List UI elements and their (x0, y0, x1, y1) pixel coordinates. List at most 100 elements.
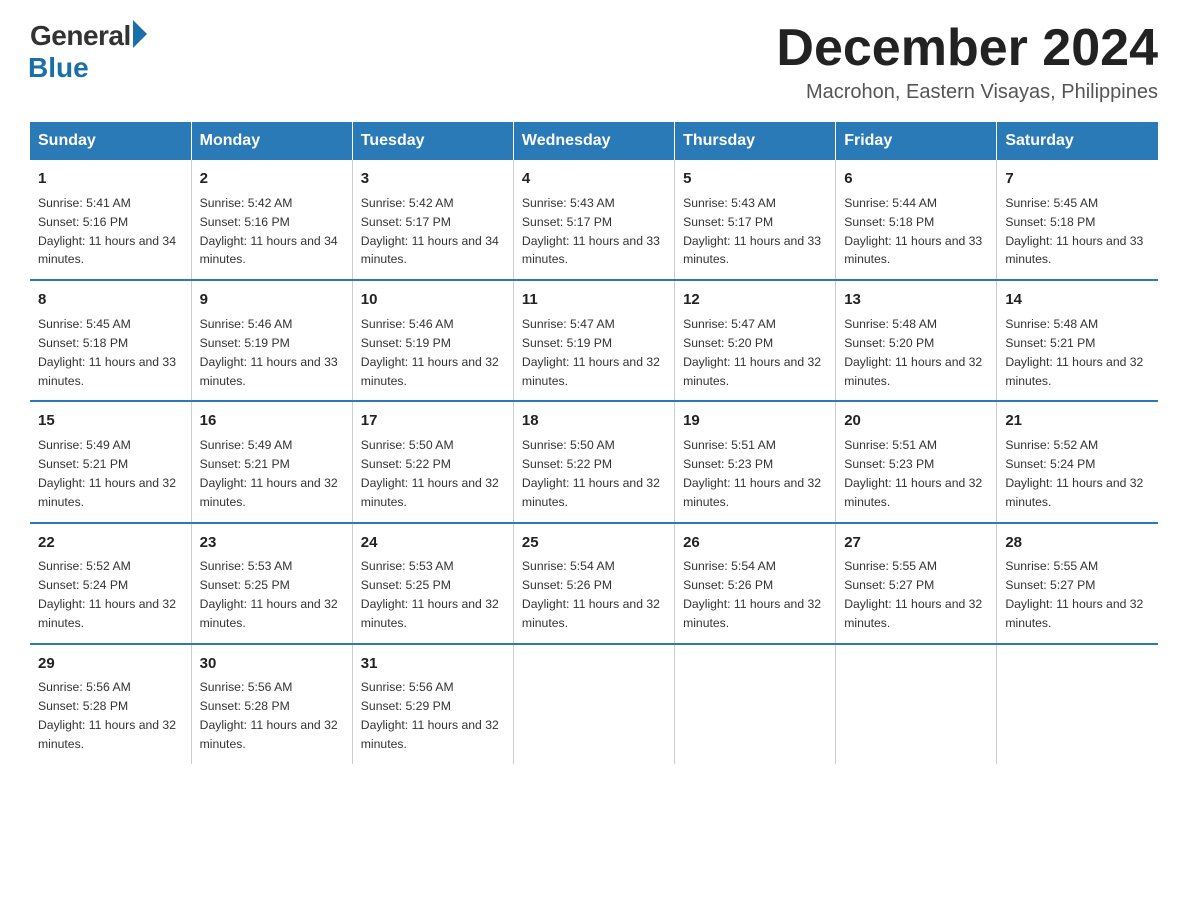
day-info: Sunrise: 5:48 AMSunset: 5:20 PMDaylight:… (844, 315, 988, 391)
day-cell: 23Sunrise: 5:53 AMSunset: 5:25 PMDayligh… (191, 523, 352, 644)
day-cell: 29Sunrise: 5:56 AMSunset: 5:28 PMDayligh… (30, 644, 191, 764)
weekday-header-row: SundayMondayTuesdayWednesdayThursdayFrid… (30, 122, 1158, 160)
day-number: 15 (38, 410, 183, 433)
day-cell: 28Sunrise: 5:55 AMSunset: 5:27 PMDayligh… (997, 523, 1158, 644)
day-info: Sunrise: 5:53 AMSunset: 5:25 PMDaylight:… (200, 557, 344, 633)
weekday-header-thursday: Thursday (675, 122, 836, 160)
weekday-header-wednesday: Wednesday (513, 122, 674, 160)
day-number: 8 (38, 289, 183, 312)
week-row-4: 22Sunrise: 5:52 AMSunset: 5:24 PMDayligh… (30, 523, 1158, 644)
day-cell: 20 Sunrise: 5:51 AMSunset: 5:23 PMDayligh… (836, 401, 997, 522)
day-cell: 9 Sunrise: 5:46 AMSunset: 5:19 PMDaylight… (191, 280, 352, 401)
week-row-2: 8 Sunrise: 5:45 AMSunset: 5:18 PMDaylight… (30, 280, 1158, 401)
day-number: 4 (522, 168, 666, 191)
day-cell: 5 Sunrise: 5:43 AMSunset: 5:17 PMDaylight… (675, 160, 836, 280)
day-cell: 6Sunrise: 5:44 AMSunset: 5:18 PMDaylight… (836, 160, 997, 280)
week-row-5: 29Sunrise: 5:56 AMSunset: 5:28 PMDayligh… (30, 644, 1158, 764)
day-number: 23 (200, 532, 344, 555)
day-cell (836, 644, 997, 764)
day-cell: 31Sunrise: 5:56 AMSunset: 5:29 PMDayligh… (352, 644, 513, 764)
day-cell: 2Sunrise: 5:42 AMSunset: 5:16 PMDaylight… (191, 160, 352, 280)
title-section: December 2024 Macrohon, Eastern Visayas,… (776, 20, 1158, 104)
logo-blue-text: Blue (28, 52, 89, 84)
day-info: Sunrise: 5:51 AMSunset: 5:23 PMDaylight:… (683, 436, 827, 512)
day-info: Sunrise: 5:49 AMSunset: 5:21 PMDaylight:… (38, 436, 183, 512)
day-info: Sunrise: 5:50 AMSunset: 5:22 PMDaylight:… (361, 436, 505, 512)
day-info: Sunrise: 5:46 AMSunset: 5:19 PMDaylight:… (361, 315, 505, 391)
day-cell: 3 Sunrise: 5:42 AMSunset: 5:17 PMDaylight… (352, 160, 513, 280)
day-number: 25 (522, 532, 666, 555)
day-info: Sunrise: 5:55 AMSunset: 5:27 PMDaylight:… (1005, 557, 1150, 633)
day-info: Sunrise: 5:56 AMSunset: 5:28 PMDaylight:… (38, 678, 183, 754)
day-cell: 27Sunrise: 5:55 AMSunset: 5:27 PMDayligh… (836, 523, 997, 644)
weekday-header-saturday: Saturday (997, 122, 1158, 160)
day-number: 10 (361, 289, 505, 312)
day-info: Sunrise: 5:56 AMSunset: 5:28 PMDaylight:… (200, 678, 344, 754)
page-header: General Blue December 2024 Macrohon, Eas… (30, 20, 1158, 104)
day-number: 17 (361, 410, 505, 433)
day-number: 29 (38, 653, 183, 676)
day-info: Sunrise: 5:41 AMSunset: 5:16 PMDaylight:… (38, 194, 183, 270)
day-info: Sunrise: 5:47 AMSunset: 5:20 PMDaylight:… (683, 315, 827, 391)
day-number: 12 (683, 289, 827, 312)
day-info: Sunrise: 5:45 AMSunset: 5:18 PMDaylight:… (38, 315, 183, 391)
day-info: Sunrise: 5:51 AMSunset: 5:23 PMDaylight:… (844, 436, 988, 512)
day-cell: 1 Sunrise: 5:41 AMSunset: 5:16 PMDaylight… (30, 160, 191, 280)
day-cell: 21 Sunrise: 5:52 AMSunset: 5:24 PMDayligh… (997, 401, 1158, 522)
weekday-header-monday: Monday (191, 122, 352, 160)
week-row-3: 15 Sunrise: 5:49 AMSunset: 5:21 PMDayligh… (30, 401, 1158, 522)
day-info: Sunrise: 5:52 AMSunset: 5:24 PMDaylight:… (1005, 436, 1150, 512)
day-info: Sunrise: 5:48 AMSunset: 5:21 PMDaylight:… (1005, 315, 1150, 391)
day-number: 1 (38, 168, 183, 191)
day-number: 24 (361, 532, 505, 555)
weekday-header-sunday: Sunday (30, 122, 191, 160)
day-info: Sunrise: 5:49 AMSunset: 5:21 PMDaylight:… (200, 436, 344, 512)
logo-arrow-icon (133, 20, 147, 48)
week-row-1: 1 Sunrise: 5:41 AMSunset: 5:16 PMDaylight… (30, 160, 1158, 280)
day-cell: 25Sunrise: 5:54 AMSunset: 5:26 PMDayligh… (513, 523, 674, 644)
day-number: 22 (38, 532, 183, 555)
day-cell: 16 Sunrise: 5:49 AMSunset: 5:21 PMDayligh… (191, 401, 352, 522)
day-cell (997, 644, 1158, 764)
logo: General Blue (30, 20, 147, 84)
day-cell: 22Sunrise: 5:52 AMSunset: 5:24 PMDayligh… (30, 523, 191, 644)
day-info: Sunrise: 5:53 AMSunset: 5:25 PMDaylight:… (361, 557, 505, 633)
day-cell: 15 Sunrise: 5:49 AMSunset: 5:21 PMDayligh… (30, 401, 191, 522)
day-info: Sunrise: 5:55 AMSunset: 5:27 PMDaylight:… (844, 557, 988, 633)
day-info: Sunrise: 5:42 AMSunset: 5:17 PMDaylight:… (361, 194, 505, 270)
day-cell: 19 Sunrise: 5:51 AMSunset: 5:23 PMDayligh… (675, 401, 836, 522)
location-text: Macrohon, Eastern Visayas, Philippines (776, 81, 1158, 104)
calendar-table: SundayMondayTuesdayWednesdayThursdayFrid… (30, 122, 1158, 764)
day-cell: 11Sunrise: 5:47 AMSunset: 5:19 PMDayligh… (513, 280, 674, 401)
day-number: 30 (200, 653, 344, 676)
day-number: 6 (844, 168, 988, 191)
day-info: Sunrise: 5:52 AMSunset: 5:24 PMDaylight:… (38, 557, 183, 633)
day-number: 20 (844, 410, 988, 433)
day-number: 5 (683, 168, 827, 191)
day-cell: 7Sunrise: 5:45 AMSunset: 5:18 PMDaylight… (997, 160, 1158, 280)
day-number: 13 (844, 289, 988, 312)
logo-general-text: General (30, 20, 131, 52)
day-cell: 14 Sunrise: 5:48 AMSunset: 5:21 PMDayligh… (997, 280, 1158, 401)
day-info: Sunrise: 5:43 AMSunset: 5:17 PMDaylight:… (683, 194, 827, 270)
day-cell (513, 644, 674, 764)
day-info: Sunrise: 5:46 AMSunset: 5:19 PMDaylight:… (200, 315, 344, 391)
day-number: 9 (200, 289, 344, 312)
day-number: 21 (1005, 410, 1150, 433)
day-number: 26 (683, 532, 827, 555)
day-number: 3 (361, 168, 505, 191)
day-cell: 18 Sunrise: 5:50 AMSunset: 5:22 PMDayligh… (513, 401, 674, 522)
day-number: 19 (683, 410, 827, 433)
day-number: 14 (1005, 289, 1150, 312)
day-info: Sunrise: 5:54 AMSunset: 5:26 PMDaylight:… (683, 557, 827, 633)
day-cell: 13 Sunrise: 5:48 AMSunset: 5:20 PMDayligh… (836, 280, 997, 401)
day-info: Sunrise: 5:54 AMSunset: 5:26 PMDaylight:… (522, 557, 666, 633)
day-number: 16 (200, 410, 344, 433)
day-cell: 4Sunrise: 5:43 AMSunset: 5:17 PMDaylight… (513, 160, 674, 280)
day-cell (675, 644, 836, 764)
day-cell: 26Sunrise: 5:54 AMSunset: 5:26 PMDayligh… (675, 523, 836, 644)
day-number: 18 (522, 410, 666, 433)
month-year-title: December 2024 (776, 20, 1158, 77)
day-info: Sunrise: 5:50 AMSunset: 5:22 PMDaylight:… (522, 436, 666, 512)
day-cell: 17 Sunrise: 5:50 AMSunset: 5:22 PMDayligh… (352, 401, 513, 522)
